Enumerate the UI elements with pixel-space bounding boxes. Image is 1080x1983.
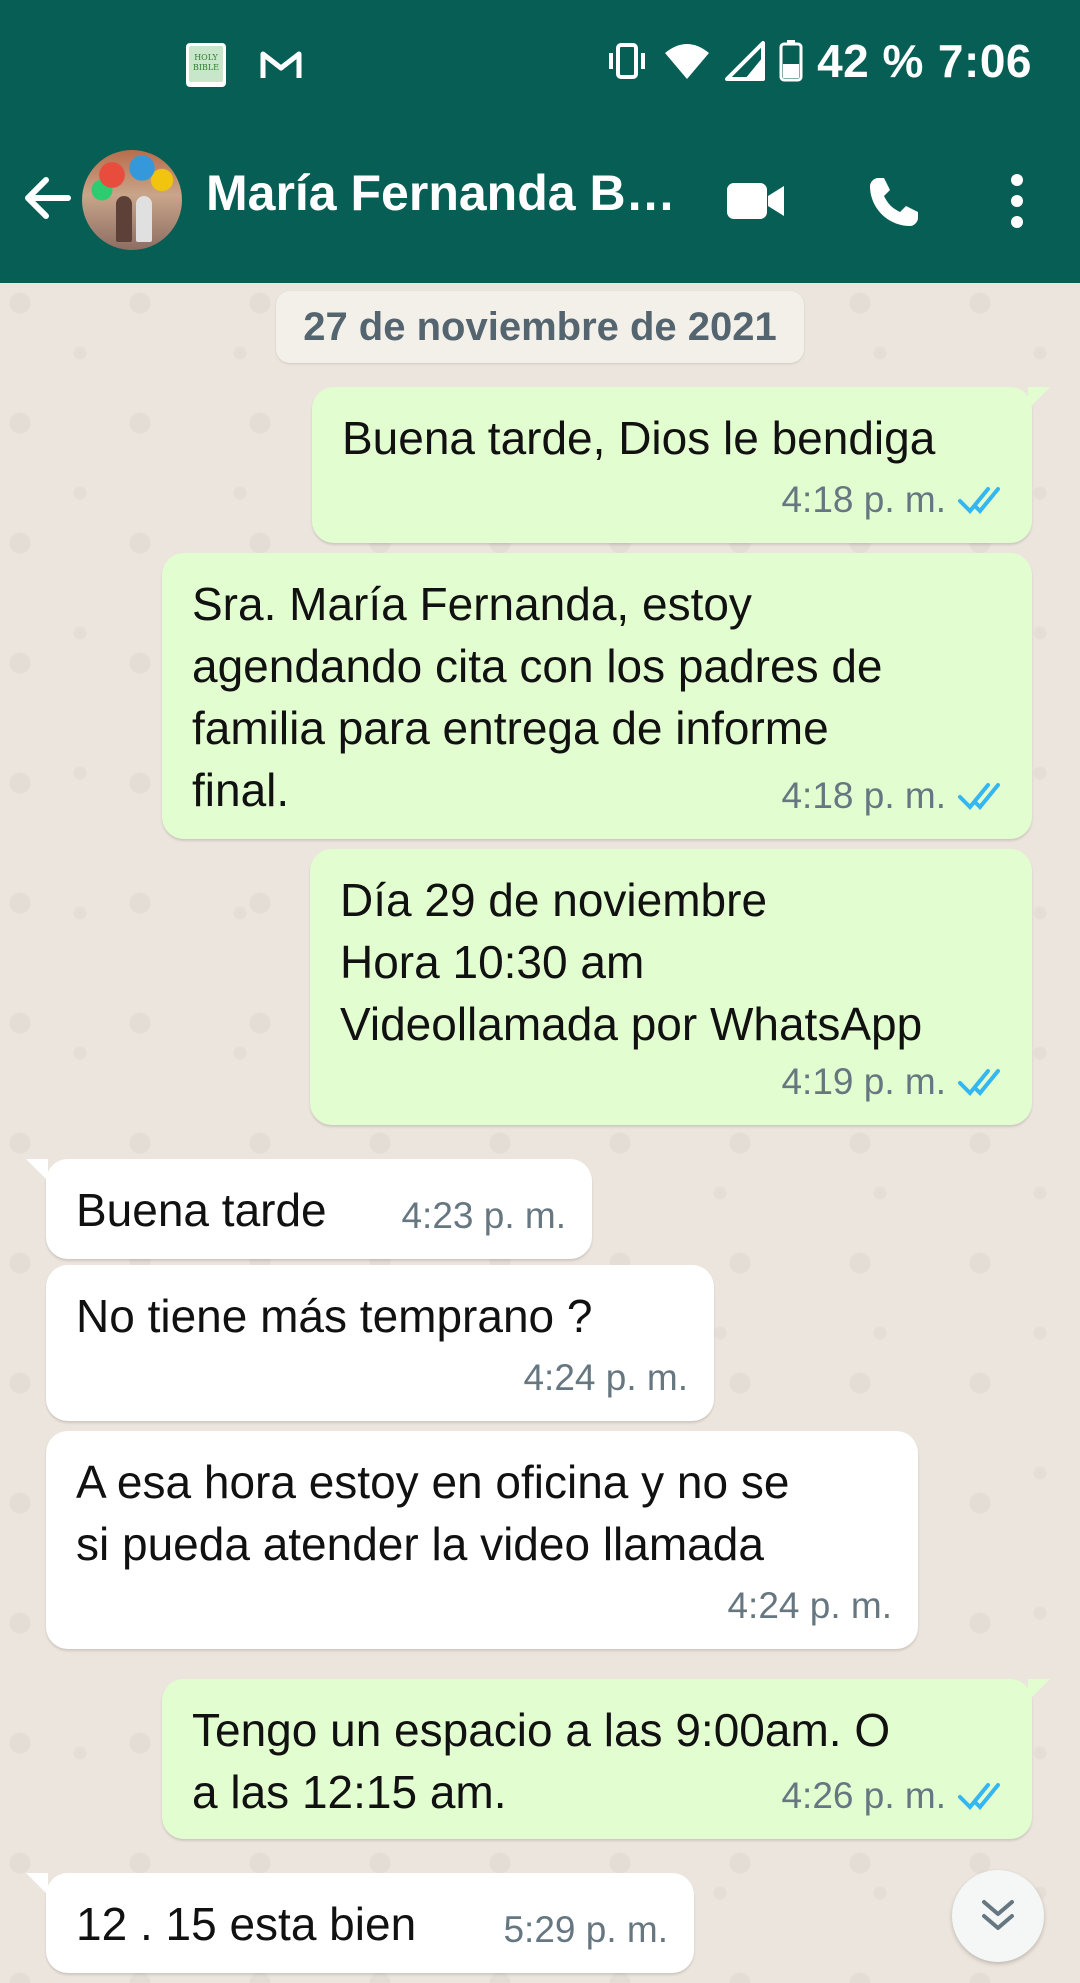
chat-app-bar: María Fernanda Bu... bbox=[0, 140, 1080, 260]
message-time: 4:26 p. m. bbox=[781, 1775, 946, 1816]
message-bubble[interactable]: Buena tarde, Dios le bendiga 4:18 p. m. bbox=[312, 387, 1032, 543]
double-chevron-down-icon bbox=[982, 1900, 1014, 1930]
message-time: 5:29 p. m. bbox=[503, 1909, 668, 1950]
message-meta: 4:24 p. m. bbox=[727, 1575, 892, 1637]
scroll-to-bottom-button[interactable] bbox=[952, 1870, 1044, 1962]
status-bar: HOLY BIBLE 42 % 7:06 bbox=[0, 0, 1080, 120]
svg-text:HOLY: HOLY bbox=[194, 53, 218, 62]
message-meta: 5:29 p. m. bbox=[503, 1899, 668, 1961]
message-time: 4:19 p. m. bbox=[781, 1061, 946, 1102]
wifi-icon bbox=[665, 44, 710, 79]
message-bubble[interactable]: Día 29 de noviembre Hora 10:30 am Videol… bbox=[310, 849, 1032, 1125]
message-meta: 4:26 p. m. bbox=[781, 1765, 1006, 1827]
chat-area[interactable]: 27 de noviembre de 2021 Buena tarde, Dio… bbox=[0, 283, 1080, 1983]
message-bubble[interactable]: 12 . 15 esta bien 5:29 p. m. bbox=[46, 1873, 694, 1973]
svg-text:BIBLE: BIBLE bbox=[193, 63, 219, 72]
message-bubble[interactable]: Sra. María Fernanda, estoy agendando cit… bbox=[162, 553, 1032, 839]
message-meta: 4:24 p. m. bbox=[523, 1347, 688, 1409]
contact-avatar[interactable] bbox=[82, 150, 182, 250]
bubble-tail bbox=[1028, 1679, 1050, 1701]
message-meta: 4:23 p. m. bbox=[401, 1185, 566, 1247]
message-time: 4:18 p. m. bbox=[781, 775, 946, 816]
battery-icon bbox=[779, 40, 803, 82]
clock: 7:06 bbox=[937, 35, 1032, 87]
gmail-icon bbox=[260, 51, 302, 78]
message-bubble[interactable]: A esa hora estoy en oficina y no se si p… bbox=[46, 1431, 918, 1649]
message-text: Día 29 de noviembre Hora 10:30 am Videol… bbox=[340, 874, 923, 1050]
message-meta: 4:18 p. m. bbox=[781, 469, 1006, 531]
message-meta: 4:19 p. m. bbox=[781, 1051, 1006, 1113]
bubble-tail bbox=[26, 1873, 48, 1895]
phone-icon[interactable] bbox=[866, 174, 922, 230]
message-meta: 4:18 p. m. bbox=[781, 765, 1006, 827]
message-time: 4:23 p. m. bbox=[401, 1195, 566, 1236]
message-text: 12 . 15 esta bien bbox=[76, 1898, 417, 1950]
message-bubble[interactable]: Buena tarde 4:23 p. m. bbox=[46, 1159, 592, 1259]
more-options-icon[interactable] bbox=[1000, 172, 1034, 230]
message-bubble[interactable]: No tiene más temprano ? 4:24 p. m. bbox=[46, 1265, 714, 1421]
message-time: 4:18 p. m. bbox=[781, 479, 946, 520]
top-app-header: HOLY BIBLE 42 % 7:06 María Fernanda Bu..… bbox=[0, 0, 1080, 283]
message-text: Buena tarde, Dios le bendiga bbox=[342, 412, 936, 464]
message-time: 4:24 p. m. bbox=[727, 1585, 892, 1626]
message-text: Buena tarde bbox=[76, 1184, 327, 1236]
bubble-tail bbox=[1028, 387, 1050, 409]
message-bubble[interactable]: Tengo un espacio a las 9:00am. O a las 1… bbox=[162, 1679, 1032, 1839]
message-text: A esa hora estoy en oficina y no se si p… bbox=[76, 1456, 790, 1570]
signal-icon bbox=[725, 41, 766, 81]
battery-percent: 42 % bbox=[817, 35, 924, 87]
video-call-icon[interactable] bbox=[726, 180, 786, 222]
read-double-tick-icon bbox=[958, 487, 1000, 514]
date-separator: 27 de noviembre de 2021 bbox=[276, 291, 804, 363]
bible-app-icon: HOLY BIBLE bbox=[186, 43, 226, 87]
message-time: 4:24 p. m. bbox=[523, 1357, 688, 1398]
message-text: No tiene más temprano ? bbox=[76, 1290, 593, 1342]
read-double-tick-icon bbox=[958, 783, 1000, 810]
vibrate-icon bbox=[609, 43, 646, 79]
read-double-tick-icon bbox=[958, 1069, 1000, 1096]
back-arrow-icon[interactable] bbox=[20, 170, 76, 226]
contact-name[interactable]: María Fernanda Bu... bbox=[206, 164, 686, 222]
bubble-tail bbox=[26, 1159, 48, 1181]
message-text: Sra. María Fernanda, estoy agendando cit… bbox=[192, 578, 883, 816]
read-double-tick-icon bbox=[958, 1783, 1000, 1810]
